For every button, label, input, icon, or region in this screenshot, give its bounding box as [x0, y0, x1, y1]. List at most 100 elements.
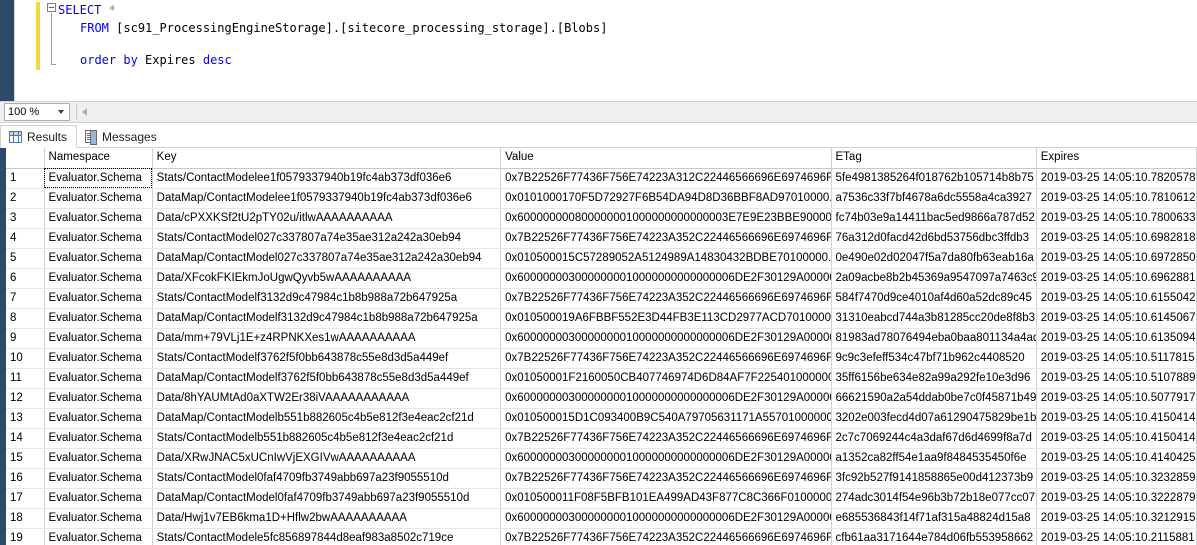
- row-number-cell[interactable]: 1: [6, 168, 45, 189]
- cell-etag[interactable]: e685536843f14f71af315a48824d15a8: [831, 508, 1037, 529]
- cell-key[interactable]: DataMap/ContactModel0faf4709fb3749abb697…: [152, 488, 502, 509]
- cell-key[interactable]: Data/cPXXKSf2tU2pTY02u/itlwAAAAAAAAAA: [152, 208, 502, 229]
- cell-key[interactable]: Stats/ContactModel027c337807a74e35ae312a…: [152, 228, 502, 249]
- cell-namespace[interactable]: Evaluator.Schema: [44, 368, 153, 389]
- table-row[interactable]: 10 Evaluator.Schema Stats/ContactModelf376…: [6, 348, 1197, 369]
- cell-etag[interactable]: 0e490e02d02047f5a7da80fb63eab16a: [831, 248, 1037, 269]
- cell-key[interactable]: Stats/ContactModelb551b882605c4b5e812f3e…: [152, 428, 502, 449]
- cell-value[interactable]: 0x6000000030000000010000000000000006DE2F…: [500, 508, 832, 529]
- table-row[interactable]: 3 Evaluator.Schema Data/cPXXKSf2tU2pTY02u/…: [6, 208, 1197, 229]
- table-row[interactable]: 9 Evaluator.Schema Data/mm+79VLj1E+z4RPNKX…: [6, 328, 1197, 349]
- cell-namespace[interactable]: Evaluator.Schema: [44, 428, 153, 449]
- cell-expires[interactable]: 2019-03-25 14:05:10.3212915: [1036, 508, 1197, 529]
- cell-key[interactable]: Data/8hYAUMtAd0aXTW2Er38iVAAAAAAAAAAA: [152, 388, 502, 409]
- row-number-cell[interactable]: 15: [6, 448, 45, 469]
- cell-key[interactable]: Data/Hwj1v7EB6kma1D+Hflw2bwAAAAAAAAAA: [152, 508, 502, 529]
- cell-key[interactable]: DataMap/ContactModelb551b882605c4b5e812f…: [152, 408, 502, 429]
- cell-etag[interactable]: cfb61aa3171644e784d06fb553958662: [831, 528, 1037, 545]
- table-row[interactable]: 2 Evaluator.Schema DataMap/ContactModelee1…: [6, 188, 1197, 209]
- zoom-level-combobox[interactable]: 100 %: [4, 103, 70, 121]
- cell-key[interactable]: DataMap/ContactModelf3132d9c47984c1b8b98…: [152, 308, 502, 329]
- cell-value[interactable]: 0x7B22526F77436F756E74223A352C2244656669…: [500, 528, 832, 545]
- cell-expires[interactable]: 2019-03-25 14:05:10.2115881: [1036, 528, 1197, 545]
- cell-key[interactable]: DataMap/ContactModel027c337807a74e35ae31…: [152, 248, 502, 269]
- results-tabstrip[interactable]: Results Messages: [0, 124, 1197, 148]
- cell-etag[interactable]: 2c7c7069244c4a3daf67d6d4699f8a7d: [831, 428, 1037, 449]
- cell-value[interactable]: 0x600000000800000001000000000000003E7E9E…: [500, 208, 832, 229]
- cell-namespace[interactable]: Evaluator.Schema: [44, 168, 153, 189]
- cell-namespace[interactable]: Evaluator.Schema: [44, 328, 153, 349]
- row-number-cell[interactable]: 7: [6, 288, 45, 309]
- table-row[interactable]: 11 Evaluator.Schema DataMap/ContactModelf3…: [6, 368, 1197, 389]
- row-number-cell[interactable]: 13: [6, 408, 45, 429]
- scroll-left-arrow-icon[interactable]: [82, 108, 87, 116]
- column-header-etag[interactable]: ETag: [831, 148, 1037, 169]
- cell-namespace[interactable]: Evaluator.Schema: [44, 528, 153, 545]
- cell-value[interactable]: 0x6000000030000000010000000000000006DE2F…: [500, 328, 832, 349]
- cell-key[interactable]: Data/XRwJNAC5xUCnIwVjEXGIVwAAAAAAAAAA: [152, 448, 502, 469]
- cell-etag[interactable]: a1352ca82ff54e1aa9f8484535450f6e: [831, 448, 1037, 469]
- cell-value[interactable]: 0x7B22526F77436F756E74223A352C2244656669…: [500, 428, 832, 449]
- table-row[interactable]: 12 Evaluator.Schema Data/8hYAUMtAd0aXTW2Er…: [6, 388, 1197, 409]
- cell-key[interactable]: Data/XFcokFKIEkmJoUgwQyvb5wAAAAAAAAAA: [152, 268, 502, 289]
- cell-key[interactable]: Data/mm+79VLj1E+z4RPNKXes1wAAAAAAAAAA: [152, 328, 502, 349]
- cell-key[interactable]: DataMap/ContactModelf3762f5f0bb643878c55…: [152, 368, 502, 389]
- cell-namespace[interactable]: Evaluator.Schema: [44, 208, 153, 229]
- cell-value[interactable]: 0x010500015D1C093400B9C540A79705631171A5…: [500, 408, 832, 429]
- cell-expires[interactable]: 2019-03-25 14:05:10.6982818: [1036, 228, 1197, 249]
- row-number-cell[interactable]: 11: [6, 368, 45, 389]
- row-number-cell[interactable]: 5: [6, 248, 45, 269]
- row-number-cell[interactable]: 10: [6, 348, 45, 369]
- row-number-cell[interactable]: 9: [6, 328, 45, 349]
- cell-value[interactable]: 0x010500011F08F5BFB101EA499AD43F877C8C36…: [500, 488, 832, 509]
- cell-expires[interactable]: 2019-03-25 14:05:10.5107889: [1036, 368, 1197, 389]
- cell-namespace[interactable]: Evaluator.Schema: [44, 508, 153, 529]
- cell-namespace[interactable]: Evaluator.Schema: [44, 248, 153, 269]
- cell-namespace[interactable]: Evaluator.Schema: [44, 468, 153, 489]
- cell-namespace[interactable]: Evaluator.Schema: [44, 408, 153, 429]
- row-number-cell[interactable]: 19: [6, 528, 45, 545]
- cell-etag[interactable]: 3fc92b527f9141858865e00d412373b9: [831, 468, 1037, 489]
- cell-etag[interactable]: 5fe4981385264f018762b105714b8b75: [831, 168, 1037, 189]
- tab-results[interactable]: Results: [0, 125, 78, 148]
- row-number-cell[interactable]: 17: [6, 488, 45, 509]
- cell-etag[interactable]: 76a312d0facd42d6bd53756dbc3ffdb3: [831, 228, 1037, 249]
- table-row[interactable]: 8 Evaluator.Schema DataMap/ContactModelf31…: [6, 308, 1197, 329]
- column-header-rownum[interactable]: [6, 148, 45, 169]
- table-row[interactable]: 13 Evaluator.Schema DataMap/ContactModelb5…: [6, 408, 1197, 429]
- table-row[interactable]: 6 Evaluator.Schema Data/XFcokFKIEkmJoUgwQy…: [6, 268, 1197, 289]
- cell-expires[interactable]: 2019-03-25 14:05:10.6135094: [1036, 328, 1197, 349]
- cell-value[interactable]: 0x0101000170F5D72927F6B54DA94D8D36BBF8AD…: [500, 188, 832, 209]
- table-row[interactable]: 18 Evaluator.Schema Data/Hwj1v7EB6kma1D+Hf…: [6, 508, 1197, 529]
- cell-expires[interactable]: 2019-03-25 14:05:10.6962881: [1036, 268, 1197, 289]
- cell-etag[interactable]: 35ff6156be634e82a99a292fe10e3d96: [831, 368, 1037, 389]
- table-row[interactable]: 16 Evaluator.Schema Stats/ContactModel0faf…: [6, 468, 1197, 489]
- row-number-cell[interactable]: 16: [6, 468, 45, 489]
- cell-value[interactable]: 0x01050001F2160050CB407746974D6D84AF7F22…: [500, 368, 832, 389]
- outlining-collapse-icon[interactable]: [47, 3, 56, 12]
- row-number-cell[interactable]: 2: [6, 188, 45, 209]
- cell-expires[interactable]: 2019-03-25 14:05:10.5077917: [1036, 388, 1197, 409]
- cell-expires[interactable]: 2019-03-25 14:05:10.6972850: [1036, 248, 1197, 269]
- cell-value[interactable]: 0x6000000030000000010000000000000006DE2F…: [500, 388, 832, 409]
- cell-expires[interactable]: 2019-03-25 14:05:10.5117815: [1036, 348, 1197, 369]
- cell-value[interactable]: 0x7B22526F77436F756E74223A352C2244656669…: [500, 228, 832, 249]
- row-number-cell[interactable]: 8: [6, 308, 45, 329]
- row-number-cell[interactable]: 4: [6, 228, 45, 249]
- cell-namespace[interactable]: Evaluator.Schema: [44, 288, 153, 309]
- cell-etag[interactable]: 2a09acbe8b2b45369a9547097a7463c9: [831, 268, 1037, 289]
- cell-expires[interactable]: 2019-03-25 14:05:10.4150414: [1036, 408, 1197, 429]
- cell-expires[interactable]: 2019-03-25 14:05:10.4150414: [1036, 428, 1197, 449]
- cell-etag[interactable]: 274adc3014f54e96b3b72b18e077cc07: [831, 488, 1037, 509]
- cell-expires[interactable]: 2019-03-25 14:05:10.4140425: [1036, 448, 1197, 469]
- column-header-value[interactable]: Value: [500, 148, 832, 169]
- cell-expires[interactable]: 2019-03-25 14:05:10.6155042: [1036, 288, 1197, 309]
- results-grid[interactable]: Namespace Key Value ETag Expires 1 Evalua…: [0, 148, 1197, 545]
- cell-etag[interactable]: 584f7470d9ce4010af4d60a52dc89c45: [831, 288, 1037, 309]
- cell-etag[interactable]: 3202e003fecd4d07a61290475829be1b: [831, 408, 1037, 429]
- cell-value[interactable]: 0x7B22526F77436F756E74223A312C2244656669…: [500, 168, 832, 189]
- cell-etag[interactable]: fc74b03e9a14411bac5ed9866a787d52: [831, 208, 1037, 229]
- query-editor[interactable]: SELECT * FROM [sc91_ProcessingEngineStor…: [0, 0, 1197, 101]
- cell-namespace[interactable]: Evaluator.Schema: [44, 348, 153, 369]
- table-row[interactable]: 7 Evaluator.Schema Stats/ContactModelf3132…: [6, 288, 1197, 309]
